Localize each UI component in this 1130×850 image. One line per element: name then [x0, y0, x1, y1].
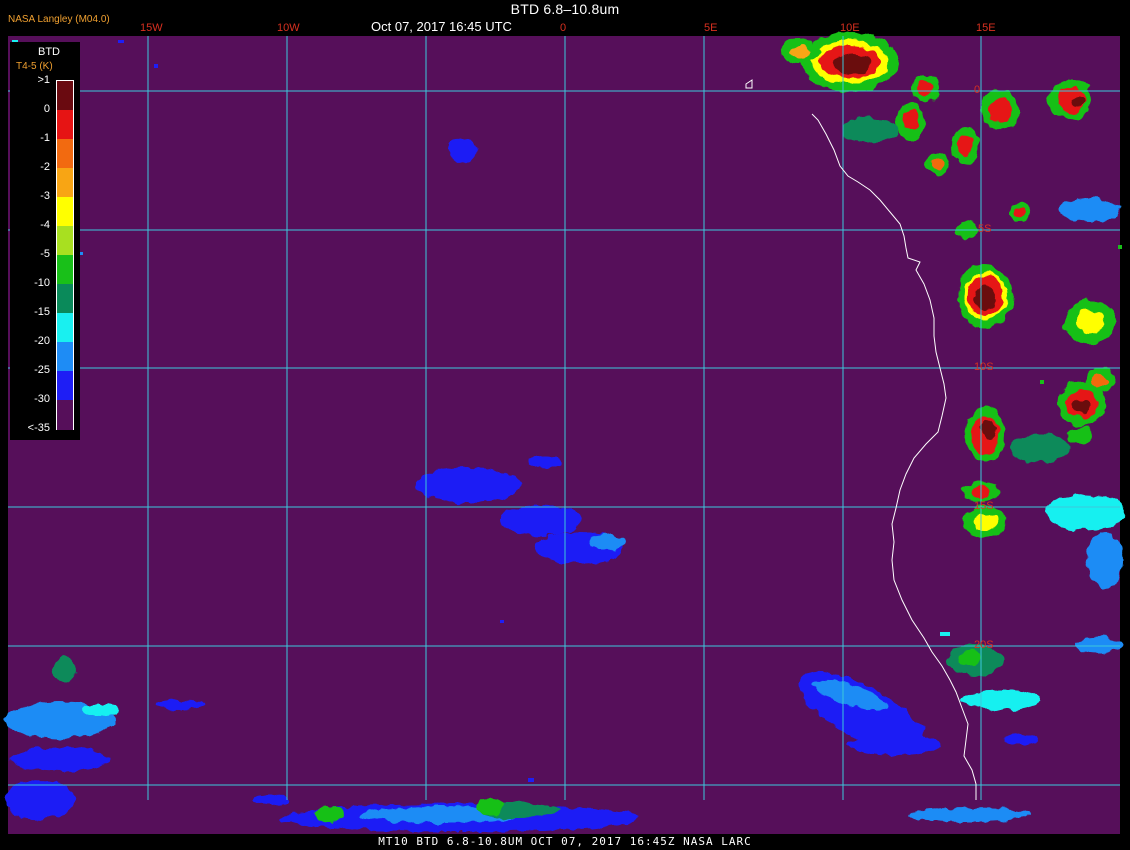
lon-label-10w: 10W: [277, 22, 300, 34]
legend-tick-label: 0: [43, 103, 50, 115]
legend-swatch: [57, 197, 73, 227]
legend-swatch: [57, 284, 73, 314]
legend-tick-label: -20: [34, 335, 50, 347]
lat-label-15s: 15S: [974, 500, 994, 512]
image-footer: MT10 BTD 6.8-10.8UM OCT 07, 2017 16:45Z …: [0, 834, 1130, 850]
legend-tick-label: -15: [34, 306, 50, 318]
legend-swatch: [57, 342, 73, 372]
legend-swatch: [57, 226, 73, 256]
btd-map: [5, 32, 1125, 836]
lon-label-0: 0: [560, 22, 567, 34]
legend-tick-label: -25: [34, 364, 50, 376]
legend-tick-label: -3: [40, 190, 50, 202]
legend-swatch: [57, 168, 73, 198]
footer-caption: MT10 BTD 6.8-10.8UM OCT 07, 2017 16:45Z …: [378, 835, 752, 848]
legend-tick-label: >1: [37, 74, 50, 86]
legend-title: BTD: [38, 46, 60, 58]
lon-label-15e: 15E: [976, 22, 996, 34]
lat-label-0: 0: [974, 84, 981, 96]
lat-label-10s: 10S: [974, 361, 994, 373]
legend-tick-label: <-35: [27, 422, 50, 434]
lon-label-5e: 5E: [704, 22, 718, 34]
product-title: BTD 6.8–10.8um: [510, 1, 620, 17]
legend-swatch: [57, 313, 73, 343]
satellite-image-viewer: BTD 6.8–10.8um Oct 07, 2017 16:45 UTC NA…: [0, 0, 1130, 850]
legend-tick-label: -1: [40, 132, 50, 144]
image-datetime: Oct 07, 2017 16:45 UTC: [371, 19, 512, 34]
legend-tick-label: -30: [34, 393, 50, 405]
map-background: [8, 36, 1120, 836]
lon-label-15w: 15W: [140, 22, 163, 34]
legend-swatch: [57, 400, 73, 430]
color-legend: BTD T4-5 (K) >1 0 -1 -2 -3 -4 -5 -10 -15 -20 -25 -3…: [10, 42, 80, 440]
lat-label-5s: 5S: [978, 223, 992, 235]
legend-subtitle: T4-5 (K): [16, 61, 53, 72]
lon-label-10e: 10E: [840, 22, 860, 34]
legend-swatch: [57, 110, 73, 140]
legend-swatch: [57, 371, 73, 401]
lat-label-20s: 20S: [974, 639, 994, 651]
legend-swatch: [57, 81, 73, 111]
colorbar: [56, 80, 74, 430]
legend-tick-label: -10: [34, 277, 50, 289]
credit-label: NASA Langley (M04.0): [8, 14, 110, 25]
legend-tick-label: -5: [40, 248, 50, 260]
legend-swatch: [57, 139, 73, 169]
legend-tick-label: -2: [40, 161, 50, 173]
legend-swatch: [57, 255, 73, 285]
legend-tick-label: -4: [40, 219, 50, 231]
